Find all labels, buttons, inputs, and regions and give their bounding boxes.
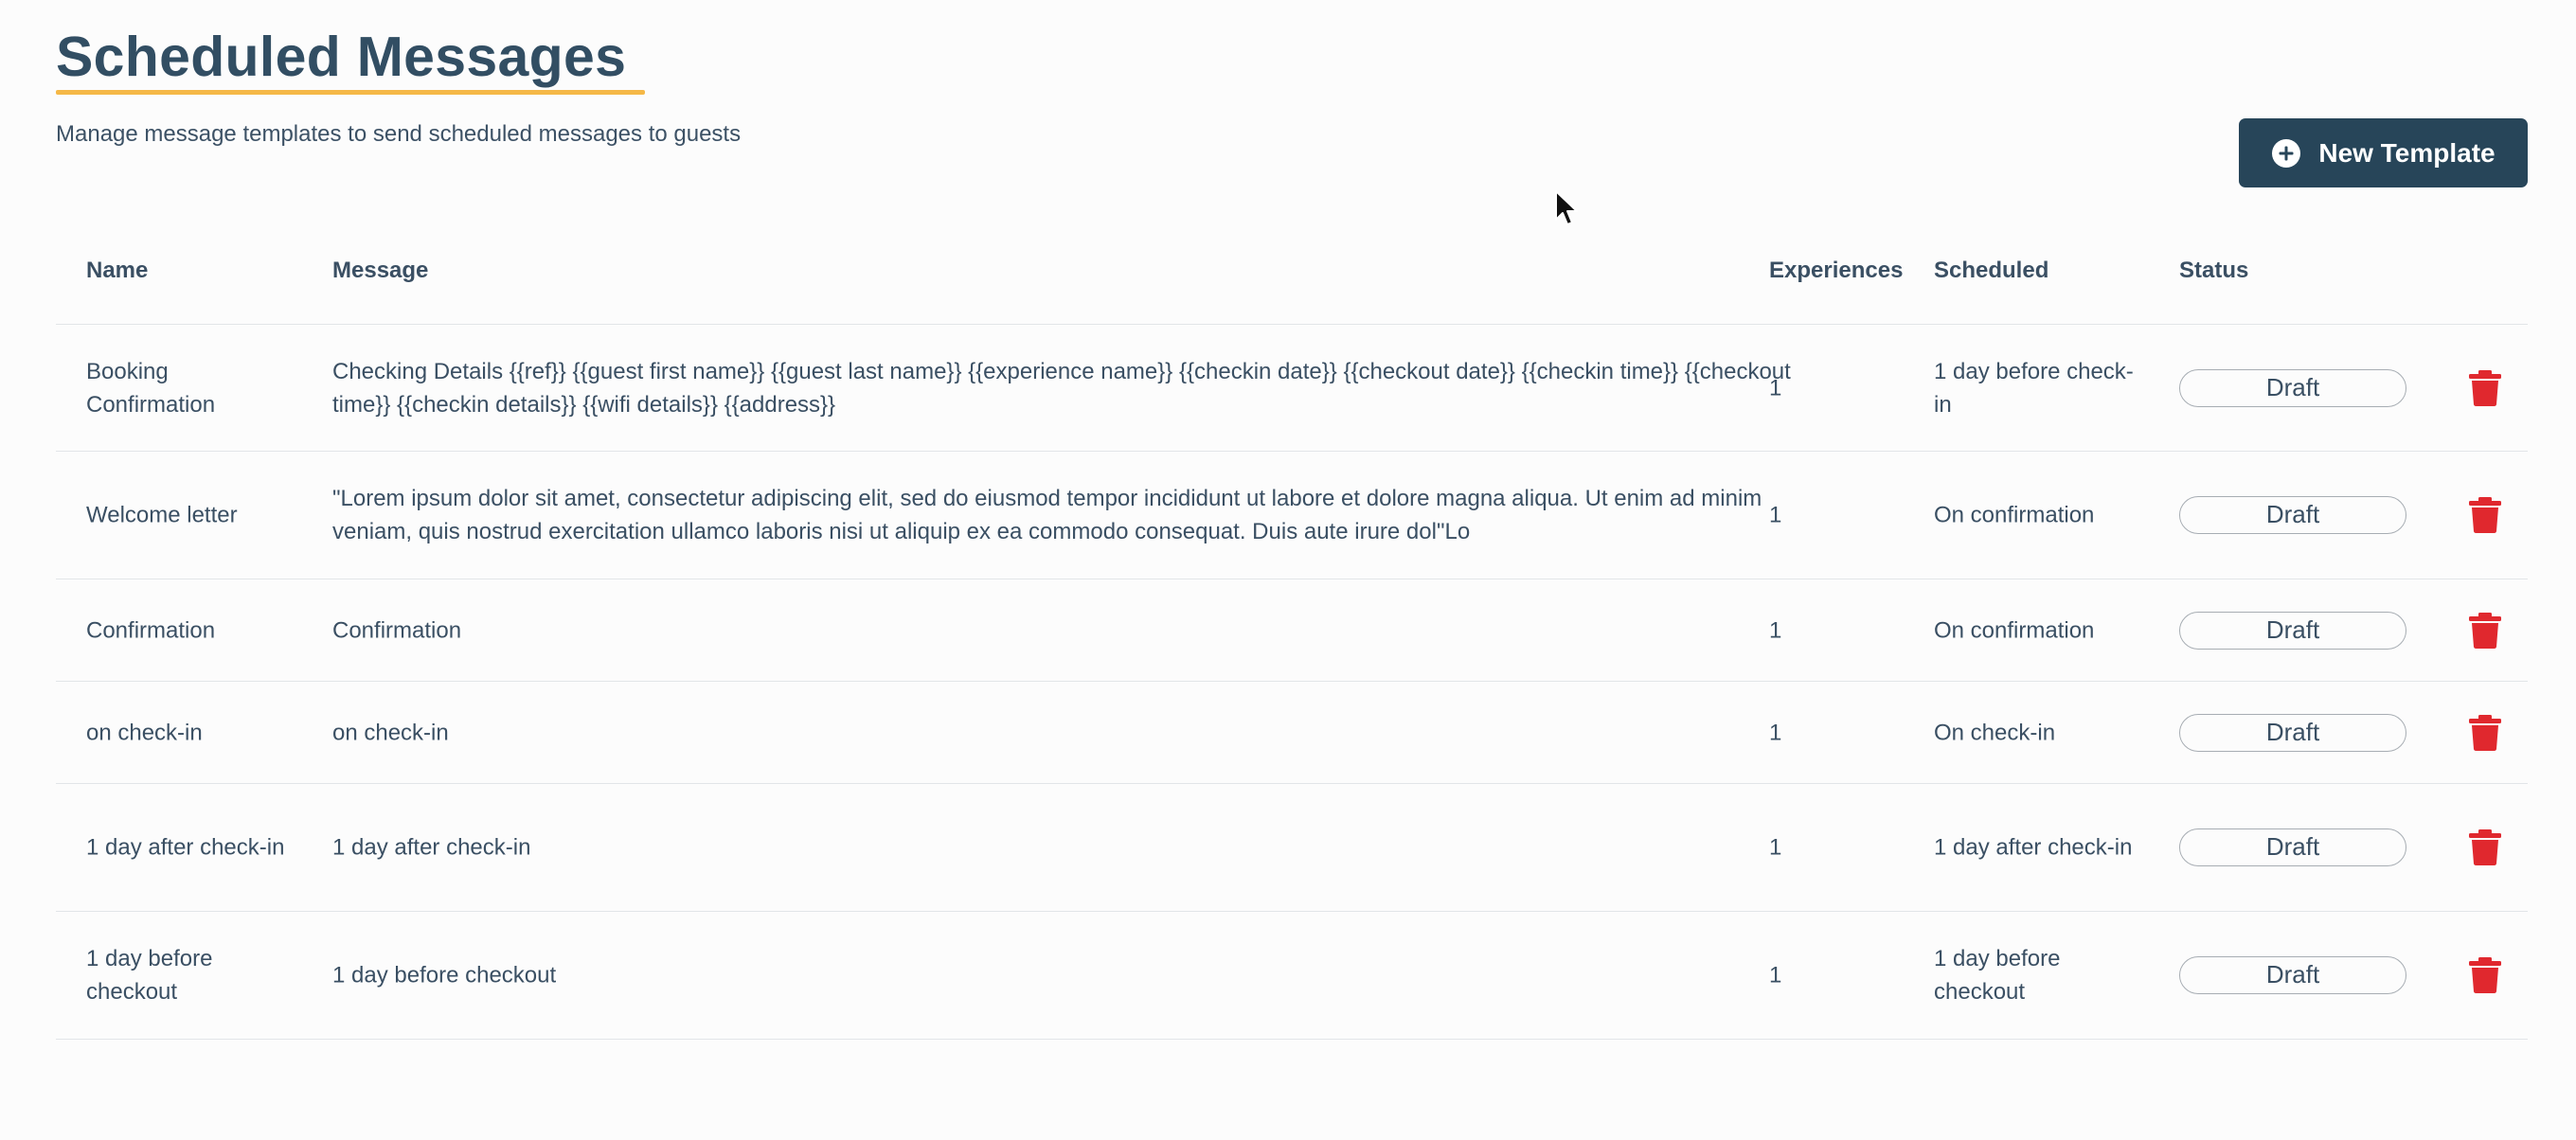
delete-cell	[2468, 714, 2502, 752]
table-row[interactable]: 1 day after check-in 1 day after check-i…	[56, 784, 2528, 912]
column-header-experiences: Experiences	[1769, 258, 1904, 283]
status-badge: Draft	[2179, 956, 2406, 994]
template-experiences: 1	[1769, 375, 1782, 401]
template-scheduled: On confirmation	[1934, 502, 2095, 528]
plus-circle-icon	[2272, 138, 2301, 168]
template-message: Confirmation	[332, 614, 1791, 647]
table-row[interactable]: Welcome letter "Lorem ipsum dolor sit am…	[56, 452, 2528, 579]
status-badge: Draft	[2179, 496, 2406, 534]
page-title: Scheduled Messages	[56, 26, 627, 88]
status-cell: Draft	[2179, 956, 2406, 994]
table-row[interactable]: 1 day before checkout 1 day before check…	[56, 912, 2528, 1040]
template-message-text: 1 day before checkout	[332, 962, 557, 989]
mouse-cursor-icon	[1555, 190, 1578, 225]
trash-icon[interactable]	[2468, 369, 2502, 407]
column-header-status: Status	[2179, 258, 2249, 283]
table-header: Name Message Experiences Scheduled Statu…	[56, 230, 2528, 325]
template-name: 1 day before checkout	[86, 946, 213, 1005]
template-message: 1 day after check-in	[332, 831, 1791, 864]
template-message-text: Checking Details {{ref}} {{guest first n…	[332, 358, 1791, 418]
template-scheduled: 1 day before check-in	[1934, 358, 2134, 418]
trash-icon[interactable]	[2468, 496, 2502, 534]
trash-icon[interactable]	[2468, 714, 2502, 752]
template-experiences: 1	[1769, 834, 1782, 861]
status-badge: Draft	[2179, 611, 2406, 650]
scheduled-messages-page: Scheduled Messages Manage message templa…	[56, 0, 2528, 1140]
status-cell: Draft	[2179, 713, 2406, 752]
templates-table: Name Message Experiences Scheduled Statu…	[56, 230, 2528, 1040]
template-name: Welcome letter	[86, 502, 238, 528]
template-experiences: 1	[1769, 962, 1782, 989]
title-underline	[56, 90, 645, 95]
template-message: on check-in	[332, 716, 1791, 749]
template-scheduled: On check-in	[1934, 720, 2056, 745]
table-row[interactable]: Booking Confirmation Checking Details {{…	[56, 325, 2528, 452]
template-experiences: 1	[1769, 617, 1782, 643]
status-badge: Draft	[2179, 368, 2406, 407]
status-cell: Draft	[2179, 496, 2406, 534]
template-message: "Lorem ipsum dolor sit amet, consectetur…	[332, 482, 1791, 548]
template-message-text: on check-in	[332, 720, 449, 745]
template-name: 1 day after check-in	[86, 834, 285, 861]
template-scheduled: On confirmation	[1934, 617, 2095, 643]
template-scheduled: 1 day before checkout	[1934, 946, 2061, 1005]
status-cell: Draft	[2179, 611, 2406, 650]
template-message-text: 1 day after check-in	[332, 834, 531, 861]
template-message-text: "Lorem ipsum dolor sit amet, consectetur…	[332, 486, 1762, 544]
template-message: Checking Details {{ref}} {{guest first n…	[332, 355, 1791, 421]
new-template-label: New Template	[2318, 137, 2496, 168]
status-cell: Draft	[2179, 368, 2406, 407]
status-badge: Draft	[2179, 828, 2406, 866]
delete-cell	[2468, 496, 2502, 534]
delete-cell	[2468, 956, 2502, 994]
trash-icon[interactable]	[2468, 956, 2502, 994]
status-cell: Draft	[2179, 828, 2406, 866]
table-row[interactable]: Confirmation Confirmation 1 On confirmat…	[56, 579, 2528, 682]
column-header-message: Message	[332, 258, 429, 283]
delete-cell	[2468, 612, 2502, 650]
status-badge: Draft	[2179, 713, 2406, 752]
column-header-name: Name	[86, 258, 149, 283]
template-message: 1 day before checkout	[332, 959, 1791, 992]
template-name: on check-in	[86, 720, 203, 745]
template-scheduled: 1 day after check-in	[1934, 834, 2133, 861]
template-message-text: Confirmation	[332, 617, 462, 643]
template-experiences: 1	[1769, 502, 1782, 528]
table-row[interactable]: on check-in on check-in 1 On check-in Dr…	[56, 682, 2528, 784]
delete-cell	[2468, 369, 2502, 407]
new-template-button[interactable]: New Template	[2239, 118, 2528, 187]
template-name: Booking Confirmation	[86, 358, 216, 418]
page-subtitle: Manage message templates to send schedul…	[56, 121, 742, 147]
trash-icon[interactable]	[2468, 612, 2502, 650]
trash-icon[interactable]	[2468, 828, 2502, 866]
template-experiences: 1	[1769, 720, 1782, 745]
template-name: Confirmation	[86, 617, 216, 643]
delete-cell	[2468, 828, 2502, 866]
column-header-scheduled: Scheduled	[1934, 258, 2049, 283]
